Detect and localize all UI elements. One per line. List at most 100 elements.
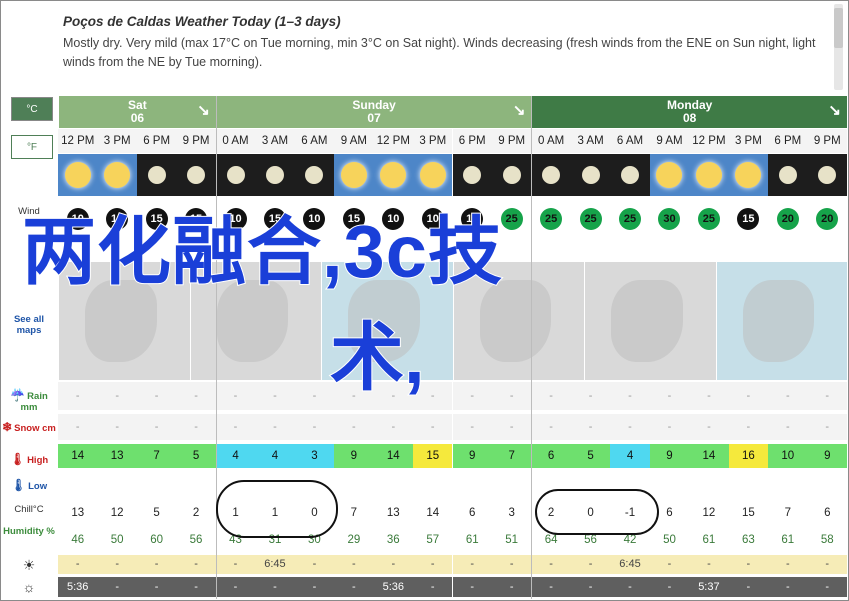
day-header[interactable]: Sunday 07 ↘ — [215, 96, 532, 128]
sunrise-cell: - — [334, 555, 374, 574]
sunrise-cell: - — [649, 555, 690, 574]
moon-icon — [778, 166, 797, 184]
sunrise-cell: - — [58, 555, 98, 574]
high-temp-cell: 16 — [728, 444, 769, 468]
moon-icon — [147, 166, 166, 184]
sunrise-cell: - — [531, 555, 571, 574]
weather-map-thumbnail[interactable] — [584, 262, 716, 380]
chill-cell: 7 — [784, 507, 792, 519]
humidity-cell: 46 — [71, 534, 85, 546]
day-date: 07 — [367, 111, 381, 125]
sunset-cell: - — [334, 577, 374, 597]
chill-cell: 7 — [350, 507, 358, 519]
snow-cell: - — [136, 414, 177, 440]
time-cell: 0 AM — [531, 129, 571, 153]
time-cell: 6 PM — [136, 129, 177, 153]
moon-icon — [818, 166, 837, 184]
low-temp-cell — [452, 472, 492, 496]
rain-cell: - — [176, 382, 216, 410]
high-temp-cell: 7 — [136, 444, 177, 468]
sunrise-cell: - — [97, 555, 137, 574]
sunrise-cell: - — [728, 555, 769, 574]
sun-icon — [695, 162, 722, 188]
time-cell: 9 PM — [491, 129, 532, 153]
expand-arrow-icon[interactable]: ↘ — [828, 103, 841, 118]
chill-cell: 13 — [71, 507, 85, 519]
sunset-cell: - — [728, 577, 769, 597]
sun-icon — [104, 162, 131, 188]
wind-cell: 15clear — [728, 200, 769, 357]
celsius-button[interactable]: °C — [11, 97, 53, 121]
rain-cell: - — [255, 382, 295, 410]
high-temp-cell: 14 — [373, 444, 414, 468]
time-cell: 6 PM — [452, 129, 492, 153]
rain-cell: - — [531, 382, 571, 410]
moon-icon — [463, 166, 482, 184]
sunset-cell: 5:36 — [58, 577, 98, 597]
chill-cell: 6 — [469, 507, 476, 519]
time-cell: 9 PM — [807, 129, 847, 153]
rain-cell: - — [452, 382, 492, 410]
humidity-cell: 60 — [150, 534, 163, 546]
day-header[interactable]: Monday 08 ↘ — [531, 96, 847, 128]
high-temp-cell: 4 — [255, 444, 295, 468]
rain-cell: - — [58, 382, 98, 410]
scrollbar-thumb[interactable] — [834, 8, 843, 48]
time-cell: 9 AM — [649, 129, 690, 153]
sunset-cell: - — [491, 577, 532, 597]
sky-cell — [570, 154, 611, 196]
sky-cell — [768, 154, 808, 196]
sunset-cell: - — [452, 577, 492, 597]
sunset-cell: - — [136, 577, 177, 597]
thermometer-low-icon: 🌡 — [10, 478, 27, 492]
wind-cell: 25clear — [570, 200, 611, 357]
sunset-cell: 5:36 — [373, 577, 414, 597]
sun-icon — [419, 162, 446, 188]
wind-arrow-icon: 15 — [737, 208, 760, 230]
sky-cell — [373, 154, 414, 196]
map-landmass — [611, 279, 683, 363]
low-temp-cell — [413, 472, 453, 496]
fahrenheit-button[interactable]: °F — [11, 135, 53, 159]
expand-arrow-icon[interactable]: ↘ — [197, 103, 210, 118]
sunset-cell: - — [768, 577, 808, 597]
moon-icon — [581, 166, 600, 184]
forecast-title: Poços de Caldas Weather Today (1–3 days) — [63, 14, 341, 29]
low-temp-cell — [176, 472, 216, 496]
forecast-table: Sat 06 ↘ Sunday 07 ↘ Monday 08 ↘ 12 PM 10- -14 13 46-… — [58, 96, 847, 599]
high-temp-cell: 10 — [768, 444, 808, 468]
sun-icon — [64, 162, 91, 188]
sky-cell — [215, 154, 256, 196]
expand-arrow-icon[interactable]: ↘ — [513, 103, 526, 118]
sky-cell — [531, 154, 571, 196]
sunset-cell: - — [97, 577, 137, 597]
high-temp-cell: 13 — [97, 444, 137, 468]
low-temp-cell — [136, 472, 177, 496]
sunset-cell: - — [610, 577, 650, 597]
sky-cell — [58, 154, 98, 196]
high-temp-cell: 5 — [176, 444, 216, 468]
high-temp-cell: 9 — [649, 444, 690, 468]
high-label-text: High — [27, 455, 49, 466]
wind-arrow-icon: 30 — [658, 208, 681, 230]
chill-cell: 6 — [824, 507, 831, 519]
sky-cell — [491, 154, 532, 196]
snow-cell: - — [215, 414, 256, 440]
chill-cell: 3 — [508, 507, 515, 519]
humidity-cell: 61 — [465, 534, 479, 546]
humidity-cell: 61 — [781, 534, 795, 546]
low-temp-cell — [649, 472, 690, 496]
time-cell: 3 PM — [413, 129, 453, 153]
high-label: 🌡 High — [2, 452, 56, 466]
weather-map-thumbnail[interactable] — [715, 262, 847, 380]
humidity-cell: 36 — [386, 534, 400, 546]
rain-label: ☔ Rain mm — [2, 388, 56, 413]
day-header[interactable]: Sat 06 ↘ — [58, 96, 216, 128]
chill-cell: 13 — [386, 507, 400, 519]
high-temp-cell: 15 — [413, 444, 453, 468]
wind-arrow-icon: 25 — [697, 208, 720, 230]
snow-cell: - — [373, 414, 414, 440]
chill-cell: 15 — [741, 507, 755, 519]
humidity-cell: 50 — [663, 534, 676, 546]
see-all-maps-link[interactable]: See all maps — [2, 314, 56, 336]
